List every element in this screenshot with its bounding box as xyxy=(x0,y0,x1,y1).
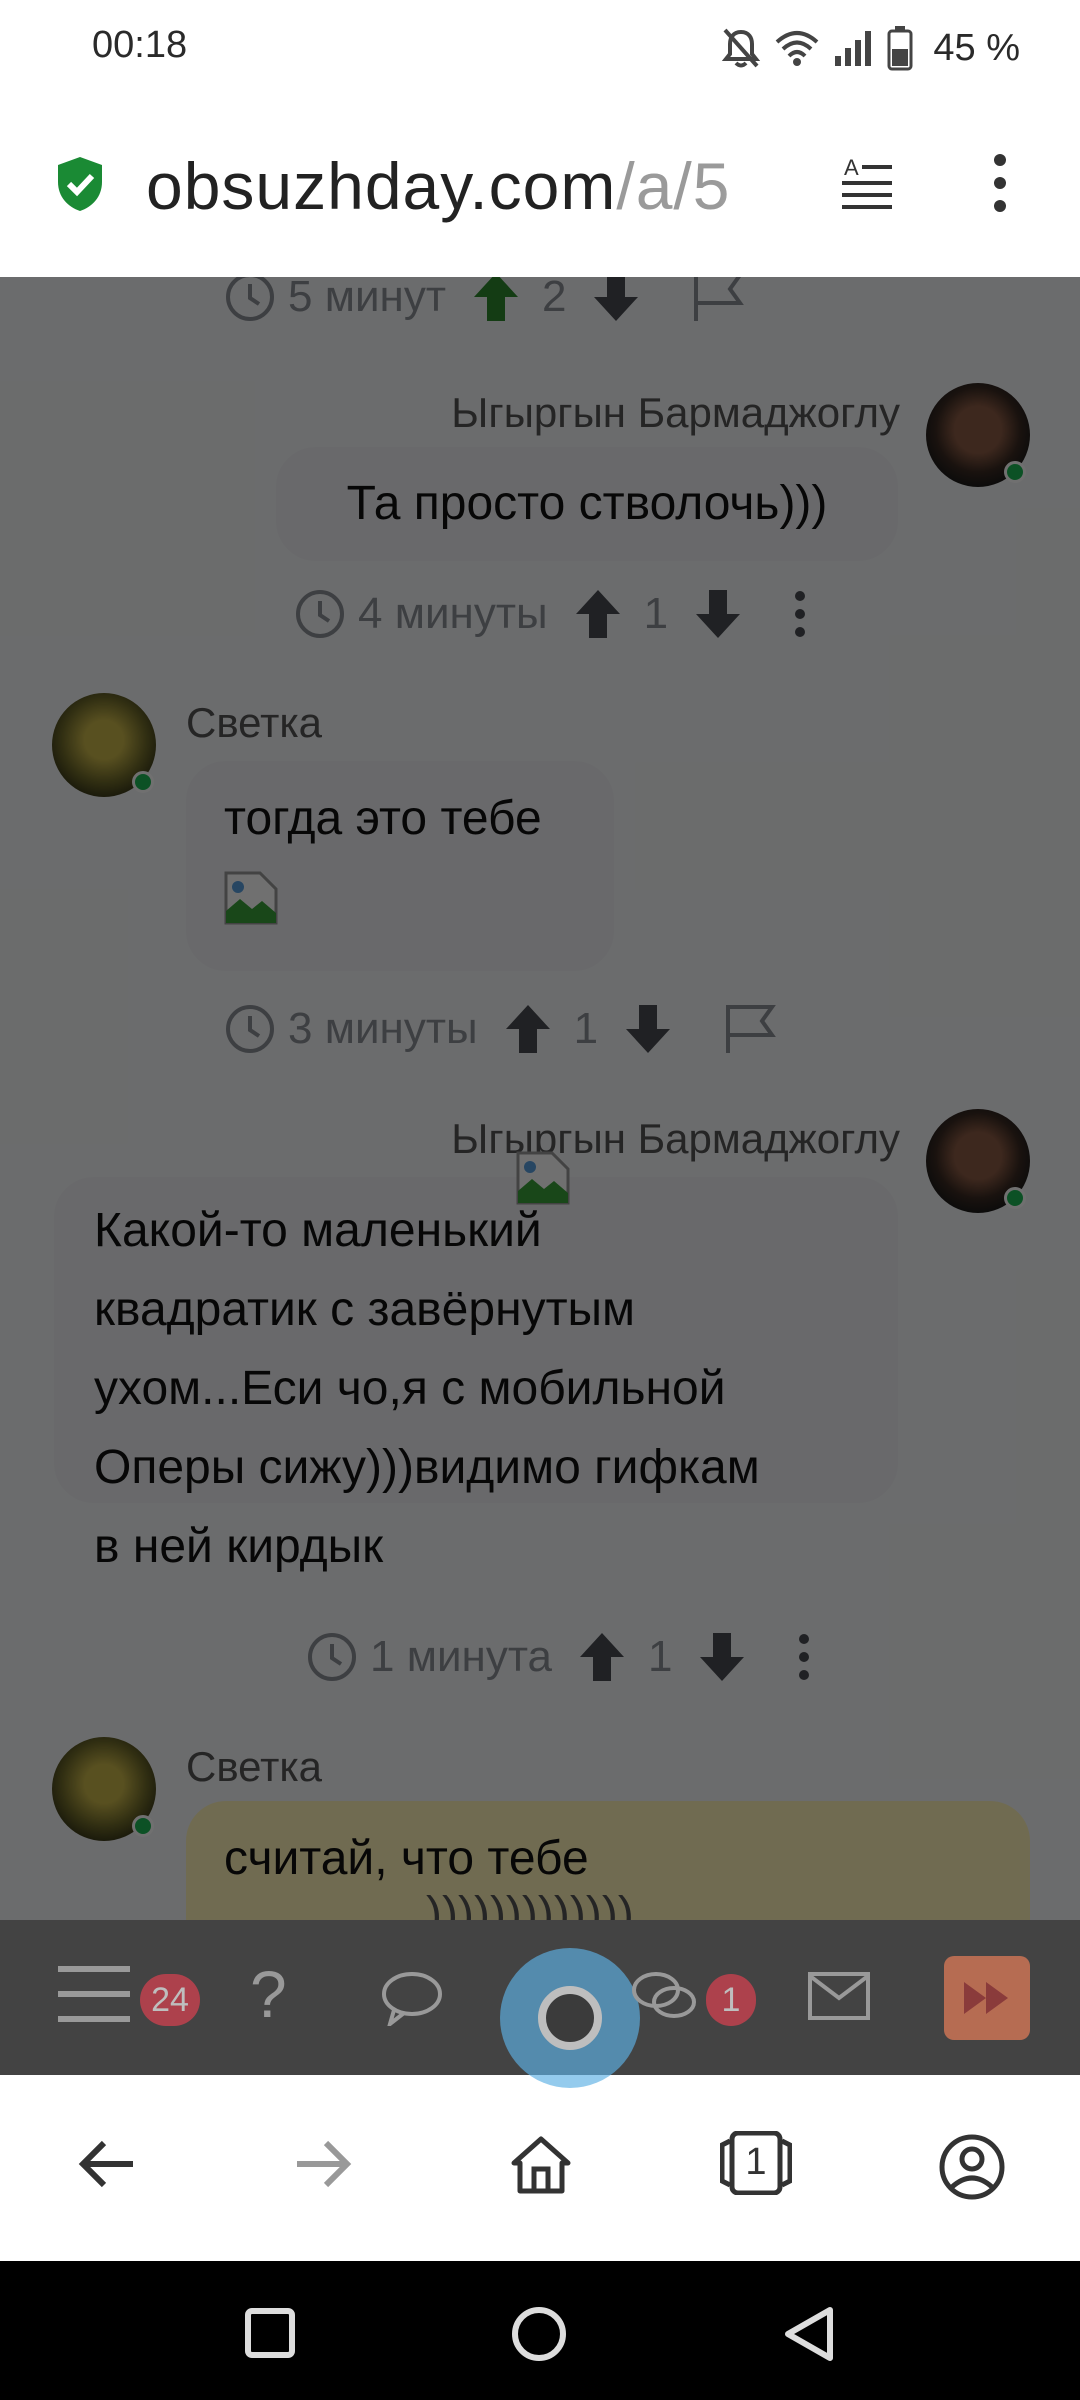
vote-count: 2 xyxy=(541,277,567,321)
home-circle-icon[interactable] xyxy=(510,2305,568,2363)
comment-author[interactable]: Светка xyxy=(186,699,322,747)
status-icons: 45 % xyxy=(721,20,1020,76)
comment-text-line: квадратик с завёрнутым xyxy=(94,1283,636,1336)
clock-icon xyxy=(226,1005,274,1053)
comment-bubble-highlighted: считай, что тебе ))))))))))))) xyxy=(186,1801,1030,1920)
broken-image-icon xyxy=(224,871,278,925)
comment-text: считай, что тебе xyxy=(224,1832,589,1885)
report-flag-icon[interactable] xyxy=(722,1003,778,1055)
status-bar: 00:18 45 % xyxy=(0,0,1080,96)
online-indicator xyxy=(132,771,154,793)
comment-author[interactable]: Светка xyxy=(186,1743,322,1791)
back-triangle-icon[interactable] xyxy=(782,2305,836,2363)
comment-bubble: тогда это тебе xyxy=(186,761,614,971)
browser-toolbar: 1 xyxy=(0,2075,1080,2261)
recents-icon[interactable] xyxy=(244,2307,296,2359)
notifications-muted-icon xyxy=(722,28,761,68)
comment-time: 1 минута xyxy=(370,1632,552,1681)
report-flag-icon[interactable] xyxy=(690,277,746,323)
comment-text-line: в ней кирдык xyxy=(94,1520,384,1573)
downvote-icon[interactable] xyxy=(592,277,640,323)
comment-menu-icon[interactable] xyxy=(792,590,808,638)
upvote-icon[interactable] xyxy=(578,1631,626,1683)
upvote-icon[interactable] xyxy=(472,277,520,323)
vote-count: 1 xyxy=(647,1632,673,1681)
tabs-count: 1 xyxy=(745,2141,767,2183)
chat-icon[interactable] xyxy=(380,1970,444,2026)
notifications-badge: 24 xyxy=(140,1974,200,2026)
help-icon[interactable]: ? xyxy=(250,1956,287,2032)
fast-forward-icon xyxy=(964,1982,1008,2014)
comments-page: 5 минут 2 Ыгыргын Бармаджоглу Та просто … xyxy=(0,277,1080,1920)
system-nav-bar xyxy=(0,2261,1080,2400)
comment-author[interactable]: Ыгыргын Бармаджоглу xyxy=(451,389,900,437)
site-bottom-nav: 24 ? 1 xyxy=(0,1920,1080,2088)
comment-text: Та просто стволочь))) xyxy=(346,477,828,530)
vote-count: 1 xyxy=(573,1004,599,1053)
comment-menu-icon[interactable] xyxy=(796,1633,812,1681)
clock-icon xyxy=(296,590,344,638)
online-indicator xyxy=(1004,1187,1026,1209)
comment-meta: 1 минута 1 xyxy=(306,1627,812,1687)
downvote-icon[interactable] xyxy=(698,1631,746,1683)
downvote-icon[interactable] xyxy=(694,588,742,640)
more-options-icon[interactable] xyxy=(986,152,1014,214)
comment-text-partial: ))))))))))))) xyxy=(426,1888,634,1920)
reader-mode-icon[interactable]: A xyxy=(840,155,896,211)
comment-text-line: Оперы сижу)))видимо гифкам xyxy=(94,1441,760,1494)
comment-text-line: Какой-то маленький xyxy=(94,1204,542,1257)
url-path: /a/5 xyxy=(616,149,731,223)
menu-icon[interactable] xyxy=(58,1964,130,2024)
comment-text-line: ухом...Еси чо,я с мобильной xyxy=(94,1362,726,1415)
downvote-icon[interactable] xyxy=(624,1003,672,1055)
comment-bubble: Какой-то маленький квадратик с завёрнуты… xyxy=(54,1177,898,1573)
comment-bubble: Та просто стволочь))) xyxy=(276,447,898,561)
home-icon[interactable] xyxy=(510,2135,572,2195)
secure-shield-icon[interactable] xyxy=(54,155,106,213)
broken-image-icon xyxy=(516,1151,570,1205)
clock-icon xyxy=(308,1633,356,1681)
comment-meta: 4 минуты 1 xyxy=(294,584,808,644)
mail-icon[interactable] xyxy=(808,1972,870,2020)
vote-count: 1 xyxy=(643,589,669,638)
logo-ring-icon xyxy=(538,1986,602,2050)
comment-meta: 3 минуты 1 xyxy=(224,999,778,1059)
url-fade xyxy=(720,140,830,230)
profile-icon[interactable] xyxy=(938,2133,1006,2201)
comment-time: 5 минут xyxy=(288,277,446,321)
comment-time: 4 минуты xyxy=(358,589,548,638)
upvote-icon[interactable] xyxy=(504,1003,552,1055)
svg-text:A: A xyxy=(844,155,859,180)
online-indicator xyxy=(132,1815,154,1837)
battery-percent: 45 % xyxy=(933,26,1020,69)
clock-icon xyxy=(226,277,274,321)
status-time: 00:18 xyxy=(92,24,188,66)
fast-forward-button[interactable] xyxy=(944,1956,1030,2040)
comment-text: тогда это тебе xyxy=(224,792,542,845)
url-field[interactable]: obsuzhday.com/a/5 xyxy=(146,148,730,224)
discussions-icon[interactable] xyxy=(630,1968,698,2026)
messages-badge: 1 xyxy=(706,1974,756,2026)
signal-icon xyxy=(835,31,872,66)
upvote-icon[interactable] xyxy=(574,588,622,640)
comment-time: 3 минуты xyxy=(288,1004,478,1053)
url-host: obsuzhday.com xyxy=(146,149,617,223)
online-indicator xyxy=(1004,461,1026,483)
tabs-button[interactable]: 1 xyxy=(720,2131,792,2195)
back-arrow-icon[interactable] xyxy=(78,2139,136,2189)
home-logo-button[interactable] xyxy=(500,1948,640,2088)
wifi-icon xyxy=(776,31,819,66)
comment-meta: 5 минут 2 xyxy=(224,277,746,327)
forward-arrow-icon[interactable] xyxy=(294,2139,352,2189)
battery-icon xyxy=(887,26,913,71)
